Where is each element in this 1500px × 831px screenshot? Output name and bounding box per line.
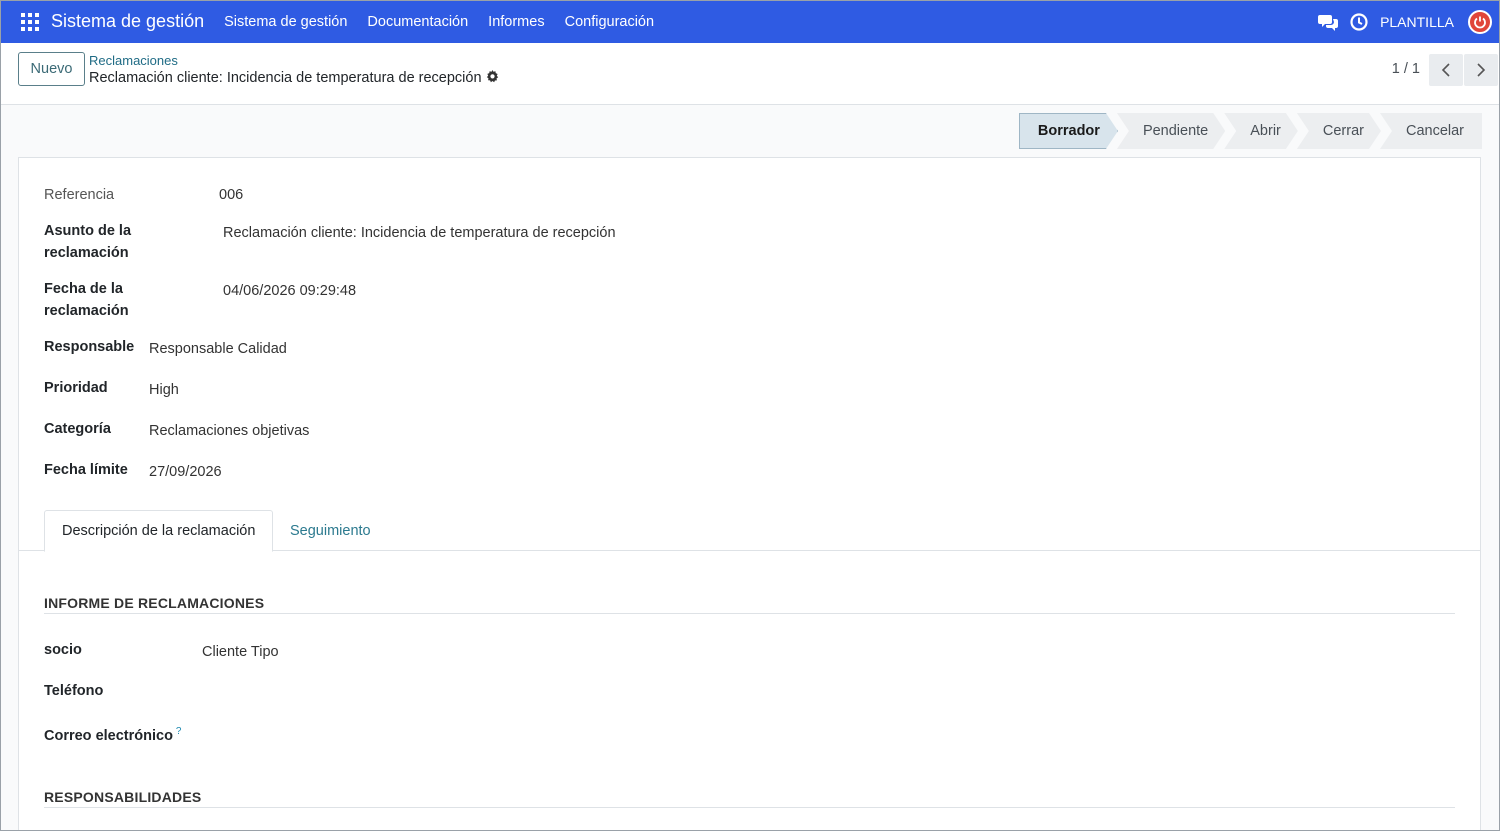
responsabilidades-divider xyxy=(44,807,1455,808)
referencia-value: 006 xyxy=(219,187,244,203)
breadcrumb-parent[interactable]: Reclamaciones xyxy=(89,53,178,68)
tab-seguimiento[interactable]: Seguimiento xyxy=(273,510,388,551)
prioridad-label: Prioridad xyxy=(44,380,108,396)
asunto-label-line2: reclamación xyxy=(44,245,129,261)
chevron-left-icon xyxy=(1441,63,1450,77)
prioridad-field[interactable]: High xyxy=(149,379,179,401)
asunto-label: Asunto de la reclamación xyxy=(44,220,131,264)
pager-next-button[interactable] xyxy=(1464,54,1498,86)
telefono-label: Teléfono xyxy=(44,683,104,699)
fecha-label-line2: reclamación xyxy=(44,303,129,319)
fecha-limite-field[interactable]: 27/09/2026 xyxy=(149,461,222,483)
telefono-field[interactable] xyxy=(202,680,502,702)
informe-divider xyxy=(44,613,1455,614)
new-button[interactable]: Nuevo xyxy=(18,52,85,86)
form-sheet: Referencia 006 Asunto de la reclamación … xyxy=(18,157,1481,831)
apps-grid-icon[interactable] xyxy=(21,12,39,31)
app-brand[interactable]: Sistema de gestión xyxy=(51,11,204,32)
user-avatar[interactable] xyxy=(1468,9,1492,34)
fecha-limite-label: Fecha límite xyxy=(44,462,128,478)
stage-borrador[interactable]: Borrador xyxy=(1019,113,1118,149)
categoria-label: Categoría xyxy=(44,421,111,437)
clock-icon[interactable] xyxy=(1350,12,1368,31)
menu-configuracion[interactable]: Configuración xyxy=(555,14,664,30)
fecha-label: Fecha de la reclamación xyxy=(44,278,129,322)
stage-cerrar[interactable]: Cerrar xyxy=(1297,113,1381,149)
status-bar: Borrador Pendiente Abrir Cerrar Cancelar xyxy=(1020,113,1482,149)
power-icon xyxy=(1474,16,1486,28)
menu-sistema-de-gestion[interactable]: Sistema de gestión xyxy=(214,14,357,30)
chat-icon[interactable] xyxy=(1318,12,1339,32)
responsable-label: Responsable xyxy=(44,339,135,355)
pager-value[interactable]: 1 / 1 xyxy=(1392,61,1420,77)
socio-field[interactable]: Cliente Tipo xyxy=(202,641,279,663)
help-tooltip-icon[interactable]: ? xyxy=(176,726,182,737)
control-panel: Nuevo Reclamaciones Reclamación cliente:… xyxy=(0,43,1500,105)
top-navbar: Sistema de gestión Sistema de gestión Do… xyxy=(0,0,1500,43)
pager-previous-button[interactable] xyxy=(1429,54,1463,86)
referencia-label: Referencia xyxy=(44,187,115,203)
correo-label: Correo electrónico? xyxy=(44,721,181,747)
categoria-field[interactable]: Reclamaciones objetivas xyxy=(149,420,309,442)
gear-icon[interactable] xyxy=(486,70,499,83)
responsable-field[interactable]: Responsable Calidad xyxy=(149,338,287,360)
notebook-tabs: Descripción de la reclamación Seguimient… xyxy=(19,510,1480,552)
record-title: Reclamación cliente: Incidencia de tempe… xyxy=(89,70,482,86)
menu-documentacion[interactable]: Documentación xyxy=(357,14,478,30)
navbar-systray: PLANTILLA xyxy=(1318,0,1500,43)
fecha-label-line1: Fecha de la xyxy=(44,281,123,297)
asunto-field[interactable]: Reclamación cliente: Incidencia de tempe… xyxy=(223,222,616,244)
asunto-label-line1: Asunto de la xyxy=(44,223,132,239)
stage-cancelar[interactable]: Cancelar xyxy=(1379,113,1482,149)
responsabilidades-section-title: RESPONSABILIDADES xyxy=(44,789,202,805)
socio-label: socio xyxy=(44,642,82,658)
company-switcher[interactable]: PLANTILLA xyxy=(1380,14,1454,30)
fecha-field[interactable]: 04/06/2026 09:29:48 xyxy=(223,280,356,302)
breadcrumb-current: Reclamación cliente: Incidencia de tempe… xyxy=(89,70,499,86)
menu-informes[interactable]: Informes xyxy=(478,14,554,30)
tab-descripcion[interactable]: Descripción de la reclamación xyxy=(44,510,274,552)
correo-label-text: Correo electrónico xyxy=(44,728,173,744)
informe-section-title: INFORME DE RECLAMACIONES xyxy=(44,595,265,611)
chevron-right-icon xyxy=(1477,63,1486,77)
correo-field[interactable] xyxy=(202,721,502,743)
stage-pendiente[interactable]: Pendiente xyxy=(1117,113,1225,149)
stage-abrir[interactable]: Abrir xyxy=(1224,113,1298,149)
